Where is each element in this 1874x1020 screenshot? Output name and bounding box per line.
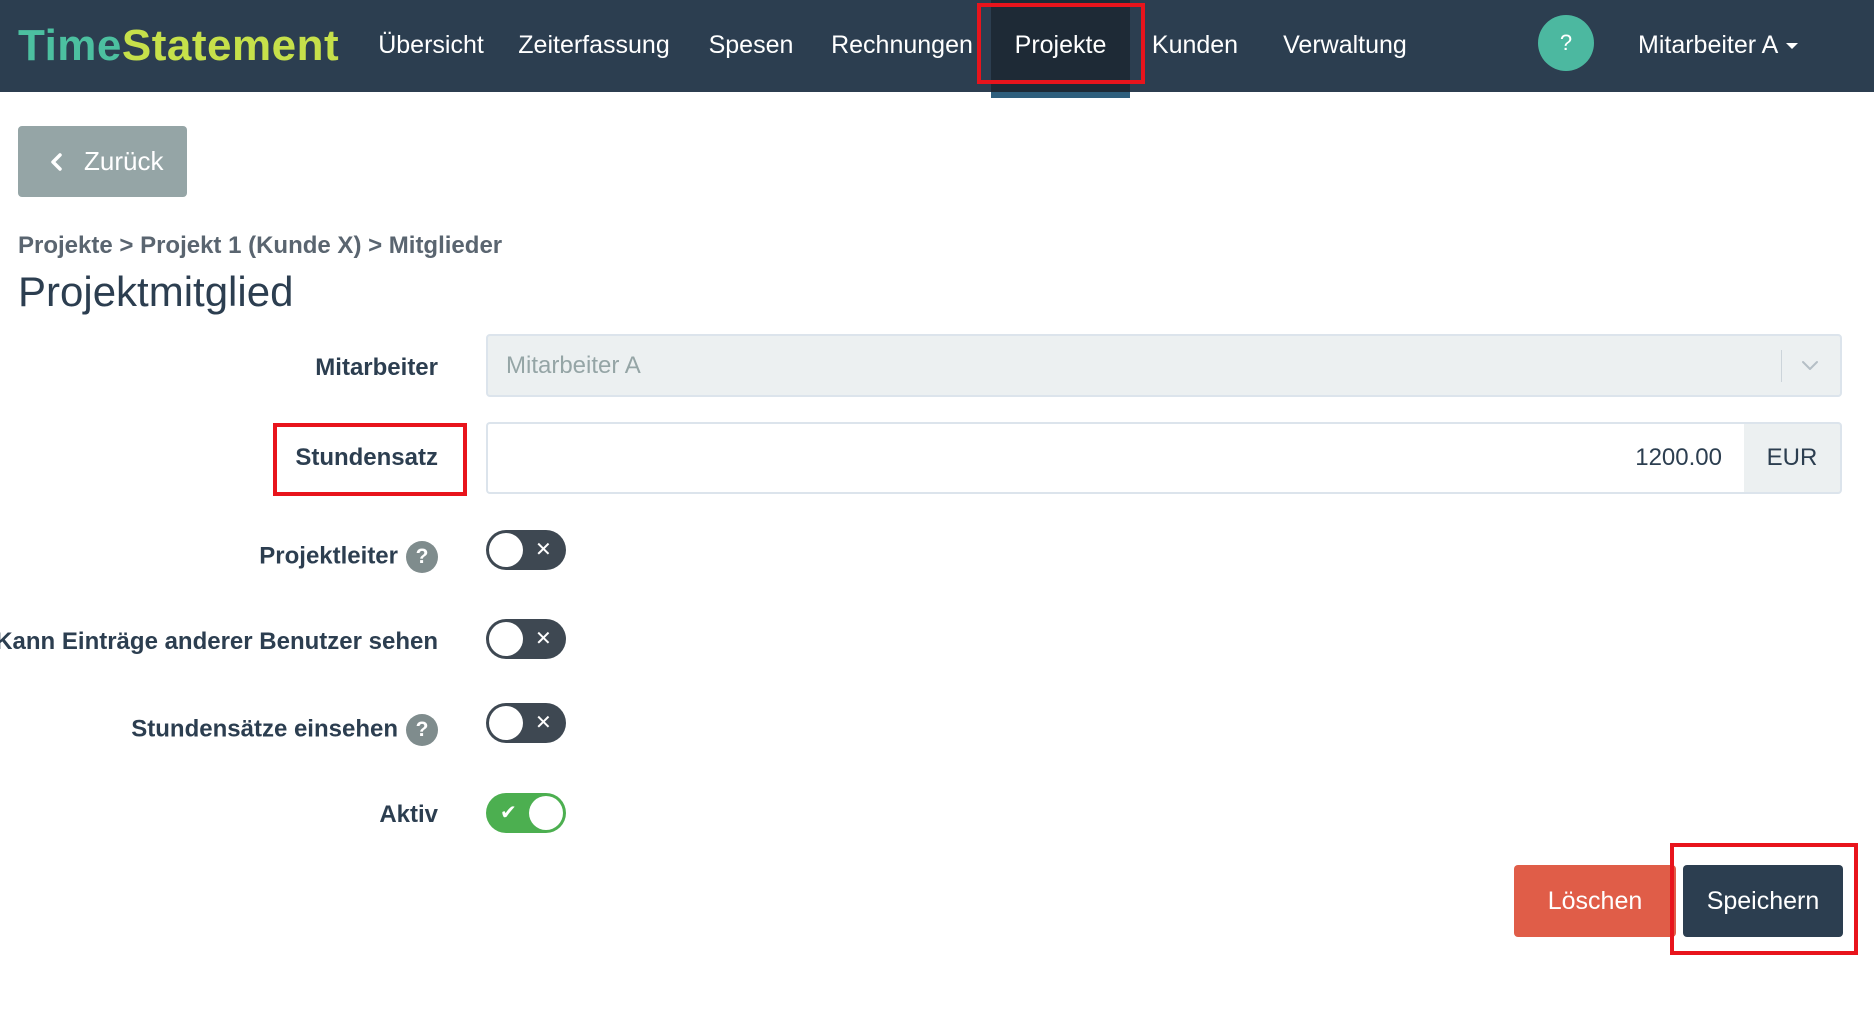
caret-down-icon [1786,43,1799,50]
see-rates-label: Stundensätze einsehen? [131,714,438,746]
delete-button[interactable]: Löschen [1514,865,1676,937]
hourly-rate-input[interactable] [486,422,1746,494]
select-separator [1781,350,1782,382]
nav-item-rechnungen[interactable]: Rechnungen [826,0,978,92]
project-lead-label: Projektleiter? [259,541,438,573]
chevron-down-icon [1802,361,1818,370]
back-button[interactable]: Zurück [18,126,187,197]
see-others-entries-label: Kann Einträge anderer Benutzer sehen [0,628,438,655]
currency-addon: EUR [1744,422,1842,494]
nav-item-spesen[interactable]: Spesen [700,0,802,92]
back-button-label: Zurück [84,146,164,176]
chevron-left-icon [51,153,62,171]
nav-item-uebersicht[interactable]: Übersicht [361,0,501,92]
nav-item-zeiterfassung[interactable]: Zeiterfassung [510,0,678,92]
top-navbar: TimeStatement Übersicht Zeiterfassung Sp… [0,0,1874,92]
active-label: Aktiv [379,801,438,828]
page-title: Projektmitglied [18,268,294,315]
toggle-knob [489,533,523,567]
brand-logo-part1: Time [18,21,122,70]
nav-item-verwaltung[interactable]: Verwaltung [1270,0,1420,92]
user-menu-label: Mitarbeiter A [1638,31,1779,59]
employee-select-value: Mitarbeiter A [506,352,641,379]
nav-item-kunden[interactable]: Kunden [1144,0,1246,92]
breadcrumb: Projekte > Projekt 1 (Kunde X) > Mitglie… [18,232,503,259]
check-icon: ✔ [500,802,517,824]
brand-logo-part2: Statement [121,21,340,70]
hourly-rate-label: Stundensatz [295,444,438,471]
help-button[interactable]: ? [1538,15,1594,71]
see-others-entries-toggle[interactable]: ✕ [486,619,566,659]
save-button[interactable]: Speichern [1683,865,1843,937]
nav-item-projekte[interactable]: Projekte [991,0,1130,92]
see-rates-toggle[interactable]: ✕ [486,703,566,743]
x-icon: ✕ [535,539,552,561]
toggle-knob [529,796,563,830]
project-lead-label-text: Projektleiter [259,542,398,570]
project-lead-toggle[interactable]: ✕ [486,530,566,570]
toggle-knob [489,706,523,740]
brand-logo[interactable]: TimeStatement [18,18,339,74]
user-menu[interactable]: Mitarbeiter A [1638,0,1799,92]
question-mark-icon[interactable]: ? [406,714,438,746]
x-icon: ✕ [535,628,552,650]
question-mark-icon[interactable]: ? [406,541,438,573]
x-icon: ✕ [535,712,552,734]
employee-label: Mitarbeiter [315,354,438,381]
active-nav-indicator [991,92,1130,98]
employee-select[interactable]: Mitarbeiter A [486,334,1842,397]
active-toggle[interactable]: ✔ [486,793,566,833]
toggle-knob [489,622,523,656]
see-rates-label-text: Stundensätze einsehen [131,715,398,743]
